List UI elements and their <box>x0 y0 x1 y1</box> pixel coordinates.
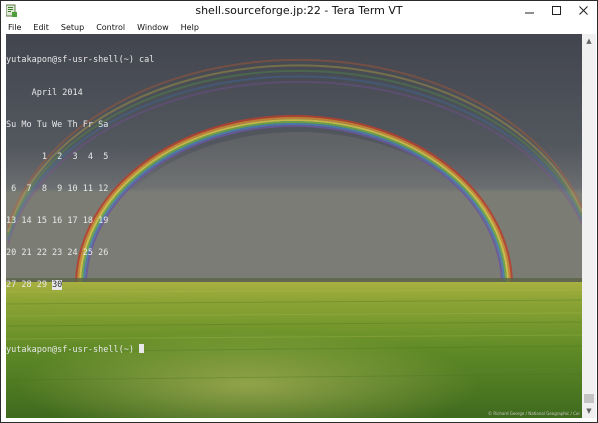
terminal-line-command: yutakapon@sf-usr-shell(~) cal <box>6 55 155 66</box>
menu-help[interactable]: Help <box>181 21 199 34</box>
scroll-up-button[interactable]: ▲ <box>582 34 596 48</box>
menu-edit[interactable]: Edit <box>33 21 49 34</box>
text-cursor <box>139 344 145 354</box>
terminal-line-prompt: yutakapon@sf-usr-shell(~) <box>6 344 154 355</box>
scroll-down-button[interactable]: ▼ <box>582 404 596 418</box>
scroll-up-icon: ▲ <box>586 37 592 45</box>
photo-credit: © Richard George / National Geographic /… <box>488 411 580 416</box>
vertical-scrollbar[interactable]: ▲ ▼ <box>582 34 596 418</box>
terminal-area[interactable]: yutakapon@sf-usr-shell(~) cal April 2014… <box>6 34 582 418</box>
close-button[interactable] <box>570 1 596 20</box>
menu-window[interactable]: Window <box>137 21 169 34</box>
calendar-week-5: 27 28 29 30 <box>6 280 154 291</box>
calendar-week-5-days: 27 28 29 <box>6 280 53 291</box>
shell-prompt: yutakapon@sf-usr-shell(~) <box>6 345 140 356</box>
close-icon <box>578 6 588 15</box>
minimize-button[interactable] <box>516 1 543 20</box>
scroll-down-icon: ▼ <box>586 407 592 415</box>
calendar-week-2: 6 7 8 9 10 11 12 <box>6 183 109 194</box>
menu-bar: File Edit Setup Control Window Help <box>1 21 597 34</box>
window-title: shell.sourceforge.jp:22 - Tera Term VT <box>195 4 403 17</box>
calendar-week-4: 20 21 22 23 24 25 26 <box>6 247 109 258</box>
menu-file[interactable]: File <box>8 21 21 34</box>
calendar-weekday-header: Su Mo Tu We Th Fr Sa <box>6 119 109 130</box>
scroll-thumb[interactable] <box>584 394 594 403</box>
calendar-today-highlight: 30 <box>52 280 63 291</box>
maximize-icon <box>552 6 561 15</box>
tera-term-window: shell.sourceforge.jp:22 - Tera Term VT F… <box>0 0 598 423</box>
minimize-icon <box>525 12 534 14</box>
calendar-month-header: April 2014 <box>6 87 83 98</box>
calendar-week-3: 13 14 15 16 17 18 19 <box>6 215 109 226</box>
menu-control[interactable]: Control <box>96 21 125 34</box>
menu-setup[interactable]: Setup <box>61 21 84 34</box>
maximize-button[interactable] <box>543 1 570 20</box>
title-bar[interactable]: shell.sourceforge.jp:22 - Tera Term VT <box>1 1 597 21</box>
terminal-output: yutakapon@sf-usr-shell(~) cal April 2014… <box>6 34 154 376</box>
calendar-week-1: 1 2 3 4 5 <box>6 151 109 162</box>
